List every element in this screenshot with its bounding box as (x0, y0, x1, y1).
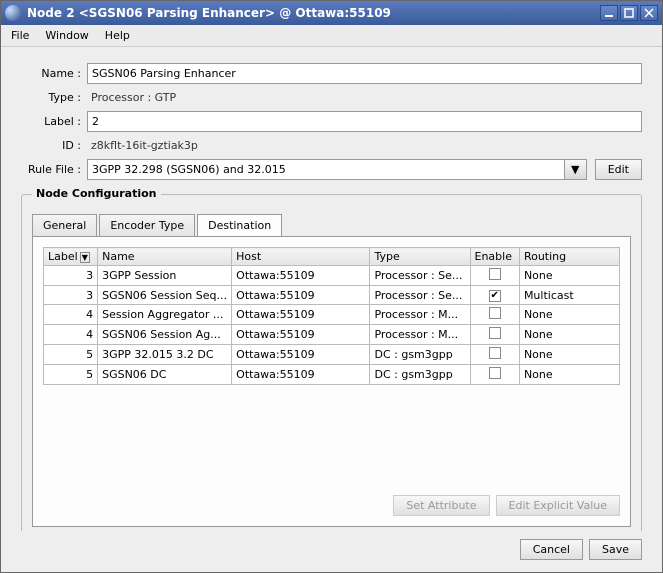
table-row[interactable]: 4SGSN06 Session Ag...Ottawa:55109Process… (44, 325, 620, 345)
cell-name: 3GPP 32.015 3.2 DC (98, 345, 232, 365)
minimize-button[interactable] (600, 5, 618, 21)
cell-routing: Multicast (519, 286, 619, 305)
col-header-host[interactable]: Host (232, 248, 370, 266)
table-header-row: Label▼ Name Host Type Enable Routing (44, 248, 620, 266)
label-input[interactable] (87, 111, 642, 132)
cell-host: Ottawa:55109 (232, 325, 370, 345)
cell-routing: None (519, 365, 619, 385)
cell-type: Processor : Se... (370, 266, 470, 286)
node-config-fieldset: Node Configuration General Encoder Type … (21, 194, 642, 531)
cell-type: Processor : Se... (370, 286, 470, 305)
cell-enable (470, 266, 519, 286)
id-value: z8kflt-16it-gztiak3p (87, 136, 642, 155)
enable-checkbox[interactable] (489, 347, 501, 359)
cell-name: 3GPP Session (98, 266, 232, 286)
cell-type: Processor : M... (370, 325, 470, 345)
enable-checkbox[interactable] (489, 367, 501, 379)
cell-label: 3 (44, 286, 98, 305)
cell-routing: None (519, 305, 619, 325)
rulefile-combo[interactable]: ▼ (87, 159, 587, 180)
col-header-label[interactable]: Label▼ (44, 248, 98, 266)
cell-host: Ottawa:55109 (232, 266, 370, 286)
menu-help[interactable]: Help (99, 27, 136, 44)
menu-file[interactable]: File (5, 27, 35, 44)
cell-label: 5 (44, 365, 98, 385)
enable-checkbox[interactable] (489, 307, 501, 319)
tabs: General Encoder Type Destination (32, 213, 631, 236)
cell-name: SGSN06 Session Ag... (98, 325, 232, 345)
edit-explicit-value-button[interactable]: Edit Explicit Value (496, 495, 620, 516)
enable-checkbox[interactable]: ✔ (489, 290, 501, 302)
fieldset-legend: Node Configuration (32, 187, 161, 200)
cell-name: SGSN06 DC (98, 365, 232, 385)
maximize-button[interactable] (620, 5, 638, 21)
col-header-routing[interactable]: Routing (519, 248, 619, 266)
col-header-type[interactable]: Type (370, 248, 470, 266)
cell-host: Ottawa:55109 (232, 345, 370, 365)
tab-destination[interactable]: Destination (197, 214, 282, 237)
col-header-enable[interactable]: Enable (470, 248, 519, 266)
id-label: ID : (21, 139, 81, 152)
type-value: Processor : GTP (87, 88, 642, 107)
type-label: Type : (21, 91, 81, 104)
cell-routing: None (519, 266, 619, 286)
table-row[interactable]: 4Session Aggregator ...Ottawa:55109Proce… (44, 305, 620, 325)
titlebar: Node 2 <SGSN06 Parsing Enhancer> @ Ottaw… (1, 1, 662, 25)
sort-icon: ▼ (80, 252, 90, 263)
cell-type: DC : gsm3gpp (370, 345, 470, 365)
table-row[interactable]: 5SGSN06 DCOttawa:55109DC : gsm3gpp None (44, 365, 620, 385)
cell-host: Ottawa:55109 (232, 365, 370, 385)
destination-table: Label▼ Name Host Type Enable Routing 33G… (43, 247, 620, 385)
save-button[interactable]: Save (589, 539, 642, 560)
tab-pane-destination: Label▼ Name Host Type Enable Routing 33G… (32, 236, 631, 527)
cancel-button[interactable]: Cancel (520, 539, 583, 560)
tab-encoder-type[interactable]: Encoder Type (99, 214, 195, 237)
cell-type: DC : gsm3gpp (370, 365, 470, 385)
cell-label: 3 (44, 266, 98, 286)
rulefile-input[interactable] (88, 160, 564, 179)
cell-enable: ✔ (470, 286, 519, 305)
cell-enable (470, 345, 519, 365)
content-area: Name : Type : Processor : GTP Label : ID… (1, 47, 662, 531)
cell-name: Session Aggregator ... (98, 305, 232, 325)
cell-enable (470, 325, 519, 345)
cell-label: 4 (44, 305, 98, 325)
edit-button[interactable]: Edit (595, 159, 642, 180)
menu-window[interactable]: Window (39, 27, 94, 44)
cell-host: Ottawa:55109 (232, 286, 370, 305)
name-input[interactable] (87, 63, 642, 84)
enable-checkbox[interactable] (489, 268, 501, 280)
cell-enable (470, 305, 519, 325)
table-row[interactable]: 33GPP SessionOttawa:55109Processor : Se.… (44, 266, 620, 286)
table-row[interactable]: 3SGSN06 Session Seq...Ottawa:55109Proces… (44, 286, 620, 305)
col-header-name[interactable]: Name (98, 248, 232, 266)
bottom-bar: Cancel Save (1, 531, 662, 572)
app-icon (5, 5, 21, 21)
window-title: Node 2 <SGSN06 Parsing Enhancer> @ Ottaw… (27, 6, 598, 20)
cell-enable (470, 365, 519, 385)
cell-label: 5 (44, 345, 98, 365)
cell-host: Ottawa:55109 (232, 305, 370, 325)
cell-routing: None (519, 345, 619, 365)
cell-type: Processor : M... (370, 305, 470, 325)
enable-checkbox[interactable] (489, 327, 501, 339)
chevron-down-icon[interactable]: ▼ (564, 160, 586, 179)
rulefile-label: Rule File : (21, 163, 81, 176)
cell-label: 4 (44, 325, 98, 345)
cell-routing: None (519, 325, 619, 345)
tab-general[interactable]: General (32, 214, 97, 237)
name-label: Name : (21, 67, 81, 80)
menubar: File Window Help (1, 25, 662, 47)
cell-name: SGSN06 Session Seq... (98, 286, 232, 305)
table-row[interactable]: 53GPP 32.015 3.2 DCOttawa:55109DC : gsm3… (44, 345, 620, 365)
close-button[interactable] (640, 5, 658, 21)
set-attribute-button[interactable]: Set Attribute (393, 495, 489, 516)
label-label: Label : (21, 115, 81, 128)
